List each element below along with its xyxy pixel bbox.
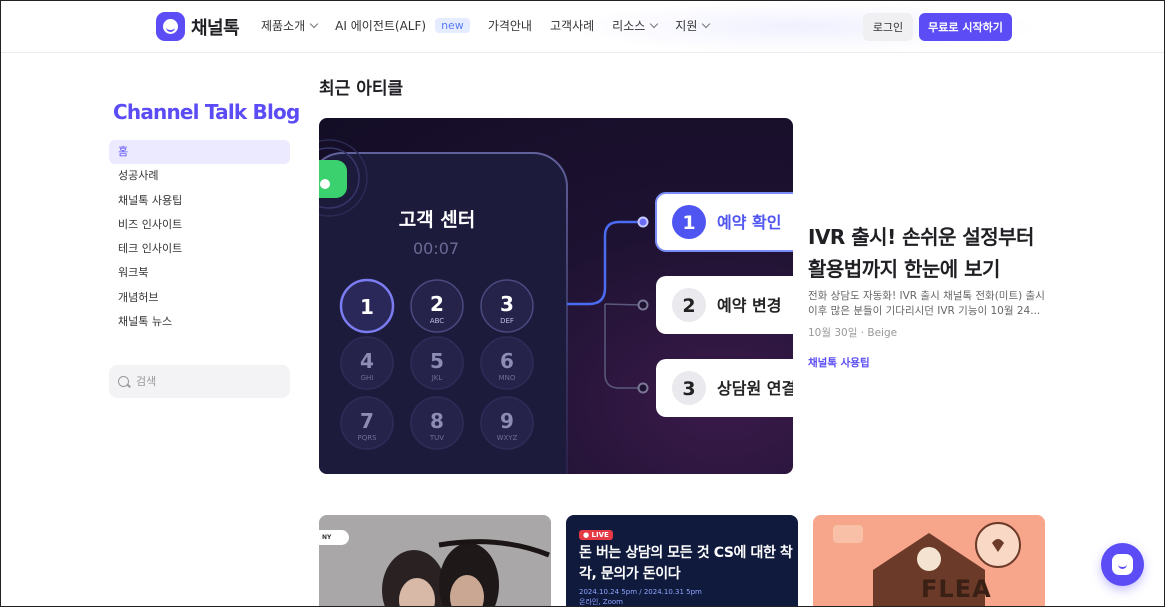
ivr-option: 1 예약 확인 [637,192,793,252]
nav-pricing[interactable]: 가격안내 [488,17,532,34]
keypad-digit: 6 [500,349,514,373]
keypad-digit: 5 [430,349,444,373]
keypad-letters: ABC [430,317,444,325]
ivr-option-label: 상담원 연결 [717,379,793,398]
section-title: 최근 아티클 [319,79,404,99]
card-tag: NY [319,530,349,545]
sidebar-item-biz-insight[interactable]: 비즈 인사이트 [109,213,290,237]
ivr-option-label: 예약 확인 [717,213,781,232]
keypad-letters: DEF [500,317,514,325]
phone-title: 고객 센터 [399,209,476,231]
keypad-digit: 3 [500,292,514,316]
keypad-letters: GHI [361,374,374,382]
live-badge: ● LIVE [579,530,613,540]
logo[interactable]: 채널톡 [156,12,240,41]
keypad-key: 6MNO [480,336,534,390]
ivr-option-number: 1 [682,212,695,234]
card-title: 돈 버는 상담의 모든 것 CS에 대한 착각, 문의가 돈이다 [579,545,793,582]
nav-ai-agent[interactable]: AI 에이전트(ALF) new [335,17,470,34]
start-free-button[interactable]: 무료로 시작하기 [919,13,1012,41]
card-text: FLEA [921,575,992,603]
blog-title[interactable]: Channel Talk Blog [113,100,300,124]
card-subtitle: 2024.10.24 5pm / 2024.10.31 5pm 온라인, Zoom [579,588,702,606]
sidebar-item-tips[interactable]: 채널톡 사용팁 [109,189,290,213]
ivr-option-number: 3 [682,378,695,400]
chevron-down-icon [309,19,319,28]
keypad-key: 3DEF [480,279,534,333]
keypad-letters: MNO [499,374,516,382]
keypad-digit: 4 [360,349,374,373]
article-category[interactable]: 채널톡 사용팁 [808,355,870,370]
page: 채널톡 제품소개 AI 에이전트(ALF) new 가격안내 고객사례 리소스 지… [0,0,1165,607]
article-description: 전화 상담도 자동화! IVR 출시 채널톡 전화(미트) 출시 이후 많은 분… [808,290,1045,317]
ivr-option: 2 예약 변경 [637,276,793,334]
keypad: 1 2ABC 3DEF 4GHI 5JKL 6MNO 7PQRS 8TUV 9WXYZ [339,278,534,450]
login-button[interactable]: 로그인 [863,13,913,41]
nav-product[interactable]: 제품소개 [261,17,319,34]
featured-article-image[interactable]: 고객 센터 00:07 1 2 ABC 3 DEF 4 GHI 5 JKL 6 MNO 7 PQRS 8 T… [319,118,793,474]
keypad-key: 9WXYZ [480,396,534,450]
keypad-digit: 9 [500,409,514,433]
nav-support[interactable]: 지원 [675,17,711,34]
ivr-options: 1 예약 확인 2 예약 변경 3 상담원 연결 [567,192,793,417]
search-icon [118,376,129,387]
keypad-key: 1 [339,278,395,334]
keypad-letters: TUV [429,434,444,442]
new-badge: new [435,18,470,33]
keypad-key: 4GHI [340,336,394,390]
keypad-digit: 1 [360,295,374,319]
article-card[interactable]: FLEA [813,515,1045,606]
sidebar-item-home[interactable]: 홈 [109,140,290,165]
chevron-down-icon [650,19,659,28]
search-box[interactable] [109,365,290,398]
article-card[interactable]: ● LIVE 돈 버는 상담의 모든 것 CS에 대한 착각, 문의가 돈이다 … [566,515,798,606]
ivr-option-number: 2 [682,295,695,317]
keypad-key: 2ABC [410,279,464,333]
keypad-key: 7PQRS [340,396,394,450]
chat-button[interactable] [1101,543,1144,586]
nav-resources[interactable]: 리소스 [612,17,659,34]
article-meta: 10월 30일 · Beige [808,327,898,339]
sidebar-item-tech-insight[interactable]: 테크 인사이트 [109,237,290,261]
keypad-digit: 7 [360,409,374,433]
ivr-illustration: 고객 센터 00:07 1 2ABC3DEF4GHI5JKL6MNO7PQRS8T… [319,139,793,474]
card-photo [319,515,551,606]
chevron-down-icon [702,19,711,28]
keypad-letters: WXYZ [497,434,518,442]
nav-customer-cases[interactable]: 고객사례 [550,17,594,34]
sidebar-item-concept-hub[interactable]: 개념허브 [109,286,290,310]
keypad-key: 8TUV [410,396,464,450]
sidebar-menu: 홈 성공사례 채널톡 사용팁 비즈 인사이트 테크 인사이트 워크북 개념허브 … [109,140,290,334]
search-input[interactable] [136,375,276,388]
keypad-digit: 2 [430,292,444,316]
article-card[interactable]: NY [319,515,551,606]
keypad-digit: 8 [430,409,444,433]
top-nav: 채널톡 제품소개 AI 에이전트(ALF) new 가격안내 고객사례 리소스 지… [1,1,1164,53]
keypad-letters: PQRS [357,434,377,442]
logo-text: 채널톡 [191,17,240,39]
sidebar-item-success-stories[interactable]: 성공사례 [109,164,290,188]
phone-timer: 00:07 [413,239,459,258]
ivr-option: 3 상담원 연결 [637,359,793,417]
sidebar-item-news[interactable]: 채널톡 뉴스 [109,310,290,334]
keypad-letters: JKL [431,374,443,382]
main-nav: 제품소개 AI 에이전트(ALF) new 가격안내 고객사례 리소스 지원 [261,17,727,34]
keypad-key: 5JKL [410,336,464,390]
ivr-option-label: 예약 변경 [717,296,781,315]
article-title[interactable]: IVR 출시! 손쉬운 설정부터 활용법까지 한눈에 보기 [808,221,1053,285]
sidebar-item-workbook[interactable]: 워크북 [109,261,290,285]
logo-icon [156,12,185,41]
